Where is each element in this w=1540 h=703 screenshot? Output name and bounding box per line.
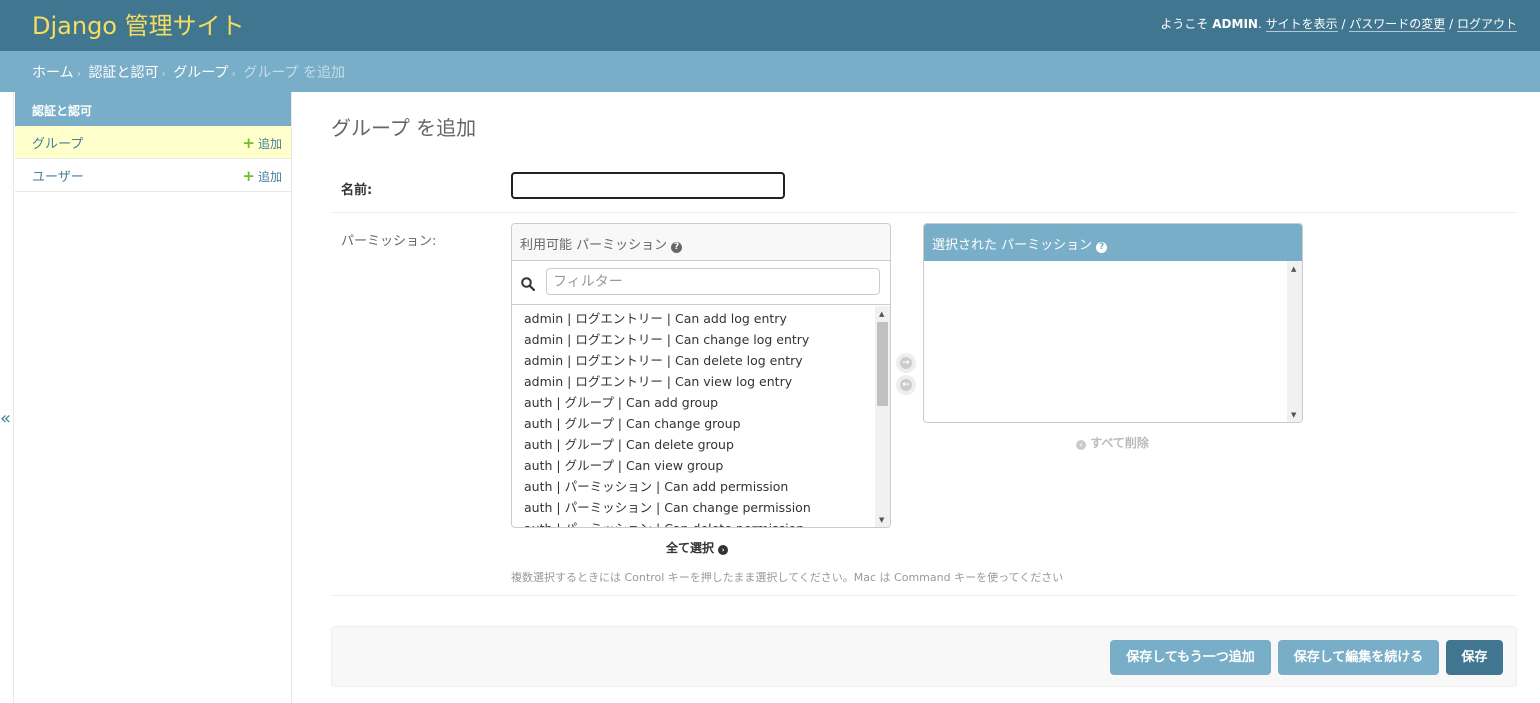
- help-icon[interactable]: ?: [1096, 242, 1108, 253]
- breadcrumb-separator: ›: [161, 67, 166, 80]
- arrow-left-icon: ←: [900, 379, 912, 391]
- help-text: 複数選択するときには Control キーを押したまま選択してください。Mac …: [511, 571, 1064, 584]
- divider: [331, 212, 1517, 213]
- plus-icon: +: [242, 134, 255, 152]
- list-item[interactable]: auth | グループ | Can add group: [512, 390, 876, 411]
- welcome-text: ようこそ: [1160, 17, 1209, 31]
- sidebar-item-label[interactable]: ユーザー: [32, 166, 84, 185]
- site-name[interactable]: Django 管理サイト: [32, 6, 245, 41]
- add-selected-button[interactable]: →: [896, 353, 916, 373]
- add-label: 追加: [257, 170, 282, 184]
- choose-all-button[interactable]: 全て選択 ›: [666, 539, 729, 556]
- sidebar-item-users: ユーザー + 追加: [15, 159, 291, 192]
- available-permissions-list[interactable]: admin | ログエントリー | Can add log entry admi…: [512, 306, 876, 527]
- breadcrumb-current: グループ を追加: [243, 65, 345, 81]
- sidebar-item-groups: グループ + 追加: [15, 126, 291, 159]
- username: ADMIN: [1212, 17, 1258, 31]
- toggle-nav-sidebar[interactable]: «: [0, 92, 14, 703]
- filter-input[interactable]: [546, 268, 880, 295]
- arrow-left-icon: ‹: [1076, 440, 1086, 450]
- save-and-continue-button[interactable]: 保存して編集を続ける: [1278, 640, 1439, 675]
- scroll-down-icon[interactable]: ▼: [1291, 411, 1296, 419]
- list-item[interactable]: auth | パーミッション | Can change permission: [512, 495, 876, 516]
- user-tools: ようこそ ADMIN. サイトを表示 / パスワードの変更 / ログアウト: [1160, 17, 1517, 32]
- list-item[interactable]: auth | グループ | Can delete group: [512, 432, 876, 453]
- submit-row: 保存してもう一つ追加 保存して編集を続ける 保存: [331, 626, 1517, 687]
- permissions-label: パーミッション:: [341, 234, 437, 249]
- divider: [331, 595, 1517, 596]
- list-item[interactable]: admin | ログエントリー | Can delete log entry: [512, 348, 876, 369]
- scroll-up-icon[interactable]: ▲: [879, 310, 884, 318]
- logout-link[interactable]: ログアウト: [1456, 17, 1517, 32]
- breadcrumb-separator: ›: [76, 67, 81, 80]
- scroll-up-icon[interactable]: ▲: [1291, 265, 1296, 273]
- clear-all-label: すべて削除: [1090, 436, 1149, 450]
- add-label: 追加: [257, 137, 282, 151]
- page-title: グループ を追加: [331, 116, 477, 140]
- breadcrumb-auth[interactable]: 認証と認可: [88, 65, 158, 81]
- scrollbar-thumb[interactable]: [877, 322, 888, 406]
- list-item[interactable]: auth | グループ | Can change group: [512, 411, 876, 432]
- collapse-icon: «: [0, 408, 12, 429]
- view-site-link[interactable]: サイトを表示: [1265, 17, 1338, 32]
- chosen-title-text: 選択された パーミッション: [932, 238, 1093, 253]
- arrow-right-icon: ›: [718, 545, 729, 555]
- breadcrumb-groups[interactable]: グループ: [173, 65, 228, 81]
- nav-sidebar: 認証と認可 グループ + 追加 ユーザー + 追加: [15, 92, 292, 703]
- choose-all-label: 全て選択: [666, 541, 715, 555]
- save-and-add-another-button[interactable]: 保存してもう一つ追加: [1110, 640, 1271, 675]
- list-item[interactable]: admin | ログエントリー | Can view log entry: [512, 369, 876, 390]
- sidebar-module-auth[interactable]: 認証と認可: [15, 92, 291, 126]
- available-scrollbar[interactable]: ▲ ▼: [875, 306, 890, 527]
- arrow-right-icon: →: [900, 357, 912, 369]
- save-button[interactable]: 保存: [1446, 640, 1503, 675]
- available-title: 利用可能 パーミッション?: [512, 224, 890, 261]
- available-permissions-box: 利用可能 パーミッション? admin | ログエントリー | Can add …: [511, 223, 891, 528]
- list-item[interactable]: auth | グループ | Can view group: [512, 453, 876, 474]
- name-label: 名前:: [341, 183, 373, 198]
- sidebar-add-group-link[interactable]: + 追加: [242, 134, 282, 152]
- change-password-link[interactable]: パスワードの変更: [1349, 17, 1446, 32]
- plus-icon: +: [242, 167, 255, 185]
- sidebar-item-label[interactable]: グループ: [32, 133, 83, 152]
- clear-all-button[interactable]: ‹ すべて削除: [1076, 434, 1149, 451]
- help-icon[interactable]: ?: [671, 242, 683, 253]
- filter-row: [512, 261, 890, 305]
- chosen-scrollbar[interactable]: ▲ ▼: [1287, 261, 1302, 422]
- breadcrumb: ホーム › 認証と認可 › グループ › グループ を追加: [0, 51, 1540, 92]
- content: グループ を追加 名前: パーミッション: 利用可能 パーミッション? admi…: [331, 92, 1517, 703]
- sidebar-add-user-link[interactable]: + 追加: [242, 167, 282, 185]
- chosen-permissions-box: 選択された パーミッション? ▲ ▼: [923, 223, 1303, 423]
- available-title-text: 利用可能 パーミッション: [520, 238, 668, 253]
- list-item[interactable]: admin | ログエントリー | Can add log entry: [512, 306, 876, 327]
- header: Django 管理サイト ようこそ ADMIN. サイトを表示 / パスワードの…: [0, 0, 1540, 51]
- remove-selected-button[interactable]: ←: [896, 375, 916, 395]
- list-item[interactable]: admin | ログエントリー | Can change log entry: [512, 327, 876, 348]
- list-item[interactable]: auth | パーミッション | Can delete permission: [512, 516, 876, 527]
- name-input[interactable]: [511, 172, 785, 199]
- list-item[interactable]: auth | パーミッション | Can add permission: [512, 474, 876, 495]
- chosen-title: 選択された パーミッション?: [924, 224, 1302, 261]
- breadcrumb-home[interactable]: ホーム: [32, 65, 74, 81]
- search-icon: [521, 277, 535, 291]
- breadcrumb-separator: ›: [231, 67, 236, 80]
- scroll-down-icon[interactable]: ▼: [879, 516, 884, 524]
